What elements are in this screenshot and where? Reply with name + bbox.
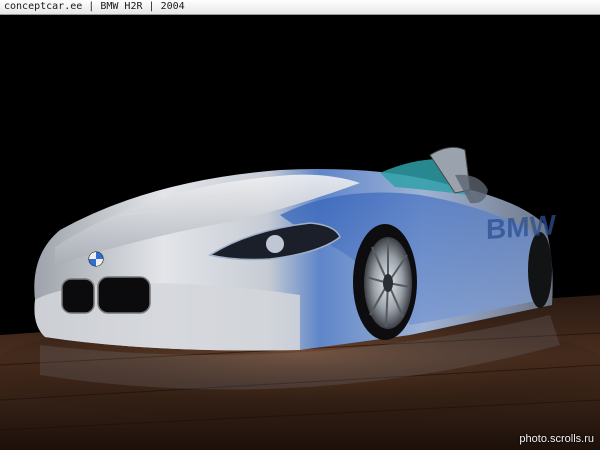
caption-year: 2004 — [160, 1, 185, 12]
caption-separator: | — [82, 1, 101, 12]
caption-model: BMW H2R — [100, 1, 143, 12]
rear-wheel — [528, 232, 552, 308]
car-photo: BMW — [0, 15, 600, 450]
side-lettering: BMW — [486, 209, 556, 245]
car-illustration: BMW — [0, 15, 600, 450]
caption-text: conceptcar.ee | BMW H2R | 2004 — [4, 1, 185, 13]
grille-right — [97, 276, 151, 314]
front-wheel — [353, 224, 417, 340]
grille-left — [61, 278, 95, 314]
caption-separator: | — [142, 1, 161, 12]
bmw-roundel — [87, 250, 105, 268]
watermark: photo.scrolls.ru — [519, 433, 594, 445]
caption-bar: conceptcar.ee | BMW H2R | 2004 — [0, 0, 600, 15]
caption-site: conceptcar.ee — [4, 1, 83, 12]
